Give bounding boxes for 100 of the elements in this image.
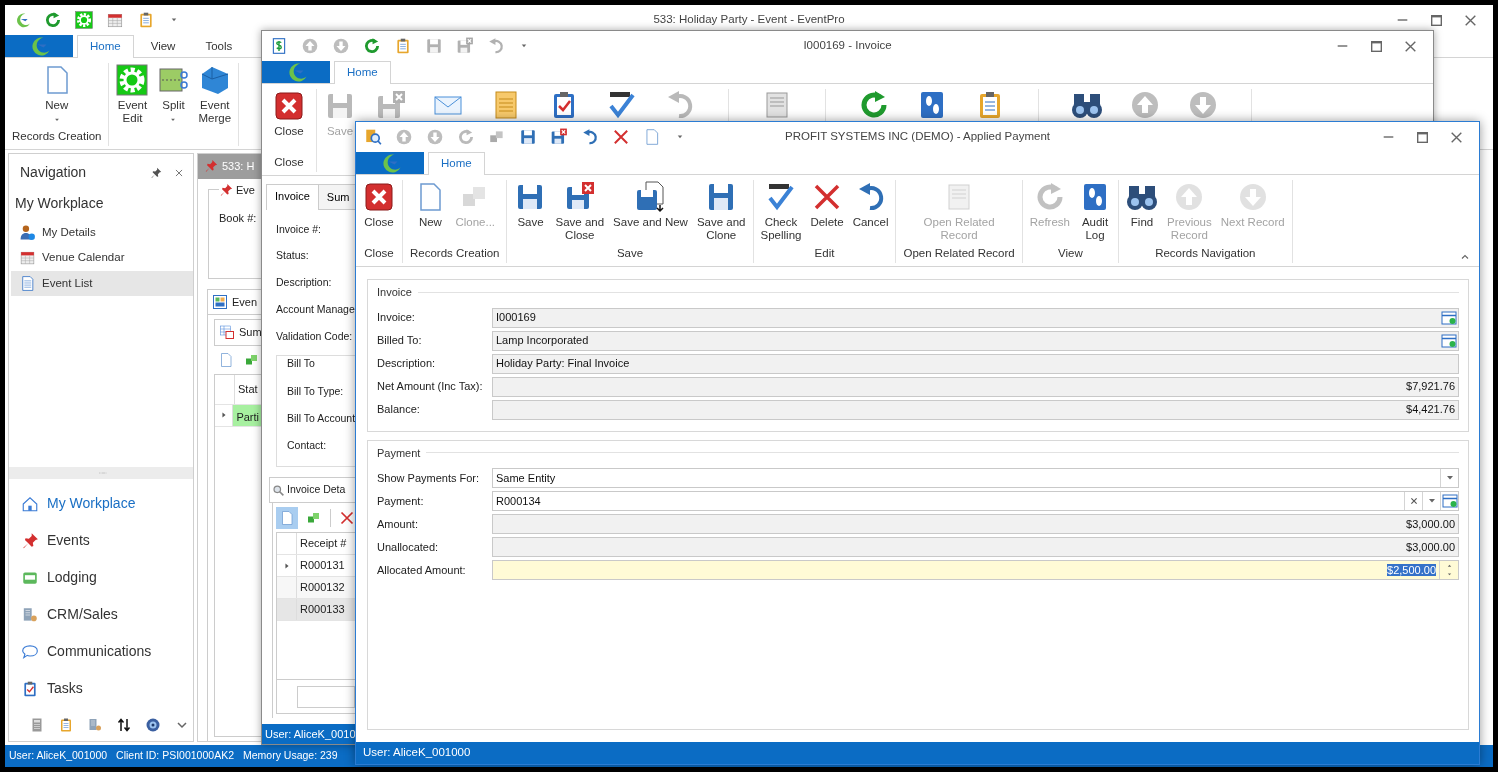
pin-icon (21, 531, 39, 550)
text-field[interactable]: $7,921.76 (492, 376, 1459, 397)
module-item[interactable]: Communications (9, 633, 193, 670)
module-item[interactable]: Lodging (9, 559, 193, 596)
text-field[interactable]: Holiday Party: Final Invoice (492, 353, 1459, 374)
nav-item[interactable]: Venue Calendar (11, 245, 193, 271)
text-field[interactable]: Lamp Incorporated (492, 330, 1459, 351)
event-edit-button[interactable]: Event Edit (112, 63, 153, 126)
ribbon-tab[interactable]: Tools (192, 35, 246, 57)
lookup-button[interactable] (1440, 331, 1458, 350)
field-label: Billed To: (377, 333, 423, 349)
text-field[interactable]: I000169 (492, 307, 1459, 328)
close-button[interactable]: Close (359, 180, 399, 230)
module-item[interactable]: My Workplace (9, 485, 193, 522)
new-button[interactable]: New (410, 180, 451, 230)
field-label: Book #: (219, 211, 258, 226)
field-label: Payment: (377, 493, 425, 509)
new-button[interactable]: New (36, 63, 77, 126)
field-label: Description: (377, 356, 437, 372)
status-text: User: AliceK_0010 (265, 726, 356, 742)
field-label: Allocated Amount: (377, 562, 467, 578)
field-label: Show Payments For: (377, 470, 481, 486)
search-icon[interactable] (364, 128, 382, 146)
lookup-button[interactable] (1440, 492, 1458, 510)
delete-icon[interactable] (339, 510, 355, 526)
pin-icon[interactable] (150, 166, 162, 179)
form-tab[interactable]: Invoice (266, 184, 319, 210)
dropdown-field[interactable]: Same Entity (492, 468, 1459, 488)
calendar-icon (19, 249, 36, 267)
table-row[interactable]: R000133 (277, 599, 355, 621)
text-field[interactable]: $4,421.76 (492, 399, 1459, 420)
text-field[interactable]: $2,500.00 (492, 560, 1459, 580)
cubes-icon[interactable] (306, 510, 322, 526)
field-label: Balance: (377, 402, 421, 418)
text-field[interactable]: $3,000.00 (492, 514, 1459, 534)
clipboard-icon[interactable] (58, 717, 74, 733)
ribbon-tab[interactable]: Home (428, 152, 485, 175)
undo-icon[interactable] (581, 128, 599, 146)
table-row[interactable]: R000131 (277, 555, 355, 577)
undo-icon[interactable] (487, 37, 505, 55)
audit-log-button[interactable]: Audit Log (1075, 180, 1115, 243)
ribbon-tab[interactable]: Home (334, 61, 391, 84)
table-row[interactable]: R000132 (277, 577, 355, 599)
save-clone-button[interactable]: Save and Clone (692, 180, 750, 243)
module-item[interactable]: Tasks (9, 670, 193, 707)
section-tab[interactable]: Invoice Deta (269, 477, 355, 503)
field-label: Unallocated: (377, 539, 440, 555)
field-label: Amount: (377, 516, 419, 532)
clipboard-icon[interactable] (394, 37, 412, 55)
gear-icon[interactable] (75, 11, 93, 29)
cancel-button[interactable]: Cancel (848, 180, 893, 230)
splitter-handle[interactable] (9, 467, 193, 479)
person-icon (19, 224, 36, 242)
dropdown-field[interactable]: R000134 (492, 491, 1459, 511)
refresh-icon[interactable] (44, 11, 62, 29)
lookup-button[interactable] (1440, 308, 1458, 327)
event-merge-button[interactable]: Event Merge (194, 63, 236, 126)
group-label: Close (363, 245, 395, 261)
dollar-icon[interactable] (270, 37, 288, 55)
window-title: I000169 - Invoice (803, 38, 892, 54)
maximize-icon (1430, 14, 1442, 26)
ribbon-tab[interactable]: View (137, 35, 189, 57)
page-icon[interactable] (218, 351, 234, 368)
save-new-button[interactable]: Save and New (609, 180, 692, 230)
refresh-icon[interactable] (457, 128, 475, 146)
form-tab[interactable]: Sum (317, 184, 355, 209)
split-button[interactable]: Split (153, 63, 194, 126)
app-menu-button[interactable] (262, 61, 330, 83)
list-icon (19, 274, 36, 292)
find-button[interactable]: Find (1122, 180, 1162, 230)
close-icon (1464, 14, 1476, 26)
delete-button[interactable]: Delete (806, 180, 848, 230)
app-menu-button[interactable] (5, 35, 73, 57)
page-icon[interactable] (279, 510, 295, 526)
save-button[interactable]: Save (510, 180, 551, 230)
group-label: Save (615, 245, 645, 261)
section-title: My Workplace (14, 194, 105, 213)
module-item[interactable]: Events (9, 522, 193, 559)
group-label: Open Related Record (902, 245, 1016, 261)
status-text: User: AliceK_001000 (363, 745, 471, 761)
nav-item[interactable]: Event List (11, 270, 193, 296)
minimize-icon (1396, 19, 1408, 21)
window-title: PROFIT SYSTEMS INC (DEMO) - Applied Payment (785, 129, 1050, 145)
spellcheck-button[interactable]: Check Spelling (756, 180, 806, 243)
disc-icon[interactable] (145, 717, 161, 733)
field-label: Description: (275, 275, 333, 290)
arrows-icon[interactable] (116, 717, 132, 733)
filter-field[interactable] (297, 686, 355, 708)
clipboard-icon[interactable] (137, 11, 155, 29)
refresh-icon[interactable] (363, 37, 381, 55)
calendar-icon[interactable] (106, 11, 124, 29)
module-item[interactable]: CRM/Sales (9, 596, 193, 633)
ribbon-tab[interactable]: Home (77, 35, 134, 58)
page-icon[interactable] (643, 128, 661, 146)
nav-item[interactable]: My Details (11, 220, 193, 246)
save-close-button[interactable]: Save and Close (551, 180, 609, 243)
close-button[interactable]: Close (269, 89, 309, 139)
app-menu-button[interactable] (356, 152, 424, 174)
delete-icon[interactable] (612, 128, 630, 146)
text-field[interactable]: $3,000.00 (492, 537, 1459, 557)
